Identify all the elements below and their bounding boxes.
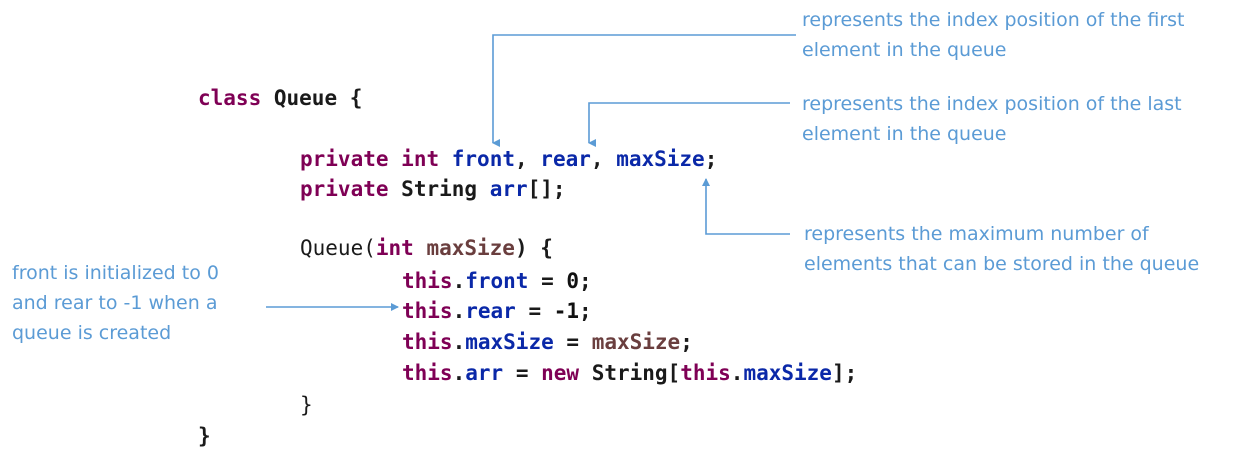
rear-connector — [588, 102, 790, 147]
maxsize-connector — [702, 178, 790, 235]
front-connector — [492, 34, 796, 147]
connector-arrows — [266, 34, 796, 311]
